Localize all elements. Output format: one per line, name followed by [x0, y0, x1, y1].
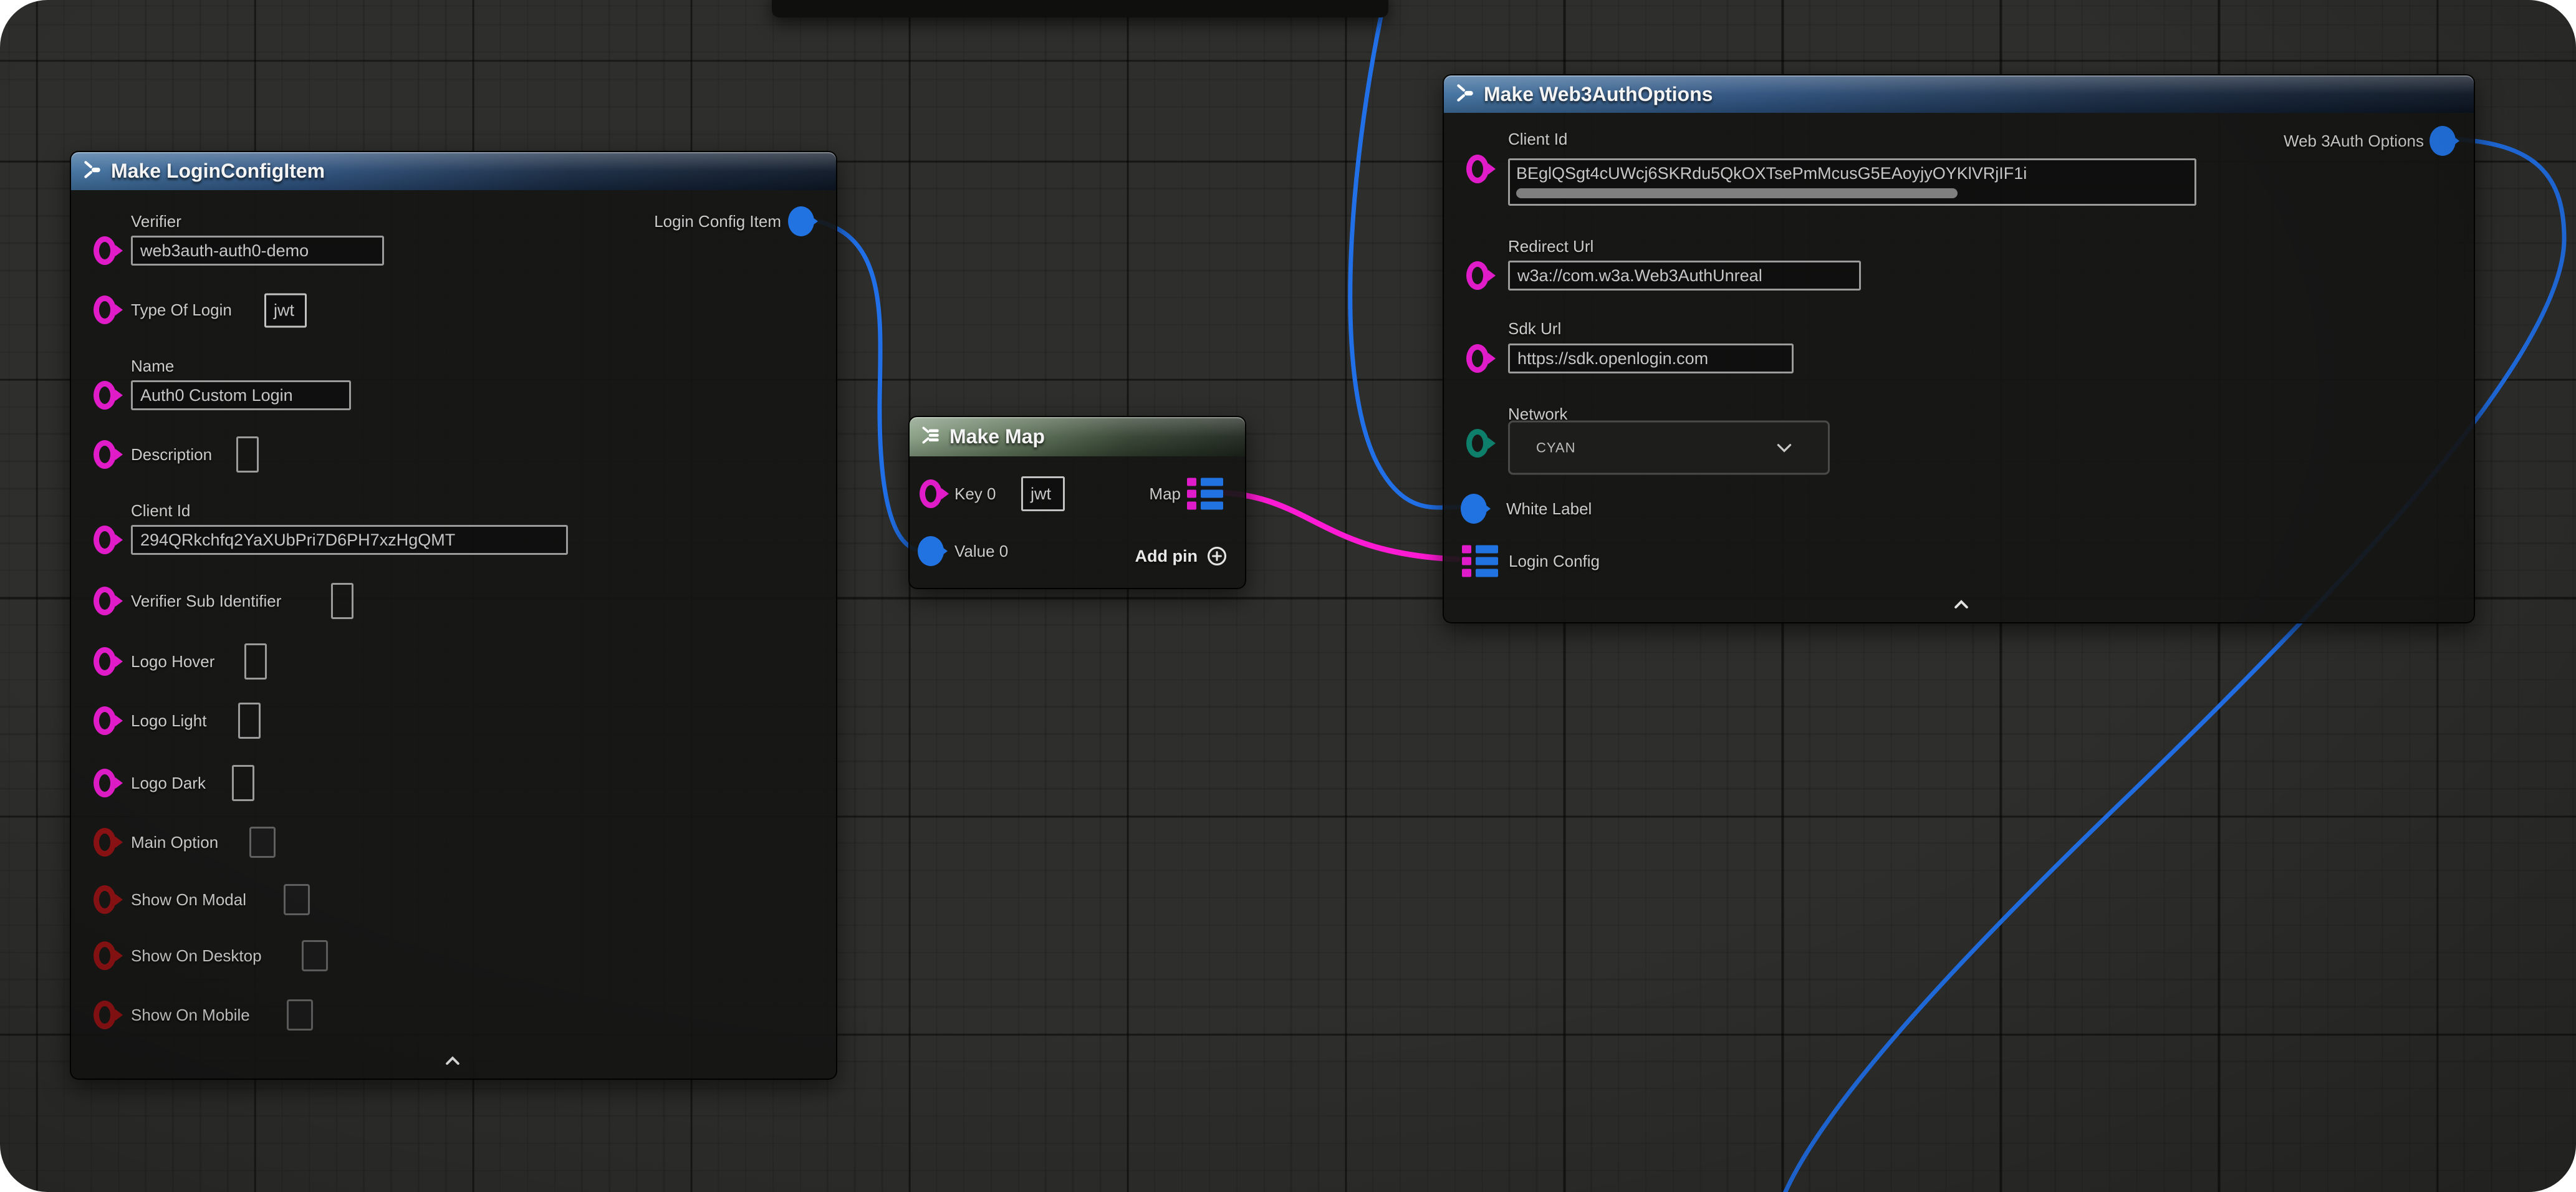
- output-pin-label: Web 3Auth Options: [2284, 133, 2424, 149]
- key-0-label: Key 0: [954, 486, 996, 502]
- description-label: Description: [131, 446, 212, 463]
- show-on-desktop-pin[interactable]: [94, 941, 116, 970]
- main-option-checkbox[interactable]: [249, 827, 276, 858]
- blueprint-canvas[interactable]: Make LoginConfigItem Login Config Item V…: [0, 0, 2576, 1192]
- logo-hover-pin[interactable]: [94, 647, 116, 676]
- client-id-pin[interactable]: [94, 526, 116, 554]
- make-struct-icon: [1454, 82, 1476, 107]
- verifier-field[interactable]: web3auth-auth0-demo: [131, 236, 384, 266]
- verifier-sub-identifier-field[interactable]: [331, 583, 353, 619]
- verifier-label: Verifier: [131, 213, 181, 229]
- verifier-sub-identifier-label: Verifier Sub Identifier: [131, 593, 281, 609]
- name-field[interactable]: Auth0 Custom Login: [131, 380, 351, 410]
- node-title: Make Map: [949, 425, 1045, 448]
- network-pin[interactable]: [1466, 429, 1489, 458]
- client-id-field[interactable]: BEglQSgt4cUWcj6SKRdu5QkOXTsePmMcusG5EAoy…: [1508, 158, 2196, 206]
- network-dropdown[interactable]: CYAN: [1508, 421, 1830, 475]
- redirect-url-pin[interactable]: [1466, 261, 1489, 290]
- logo-hover-field[interactable]: [244, 643, 267, 680]
- client-id-field[interactable]: 294QRkchfq2YaXUbPri7D6PH7xzHgQMT: [131, 525, 568, 555]
- white-label-pin[interactable]: [1461, 494, 1487, 524]
- chevron-up-icon: [1949, 598, 1973, 611]
- client-id-pin[interactable]: [1466, 155, 1489, 183]
- type-of-login-label: Type Of Login: [131, 302, 232, 318]
- circled-plus-icon: [1206, 546, 1228, 567]
- login-config-pin[interactable]: [1462, 546, 1498, 577]
- white-label-label: White Label: [1506, 501, 1592, 517]
- main-option-pin[interactable]: [94, 828, 116, 857]
- name-pin[interactable]: [94, 381, 116, 410]
- name-label: Name: [131, 358, 174, 374]
- show-on-modal-pin[interactable]: [94, 885, 116, 914]
- add-pin-button[interactable]: Add pin: [1135, 546, 1228, 567]
- type-of-login-pin[interactable]: [94, 296, 116, 324]
- node-header[interactable]: Make Map: [910, 417, 1245, 456]
- key-0-pin[interactable]: [920, 479, 942, 508]
- show-on-mobile-pin[interactable]: [94, 1001, 116, 1029]
- map-output-label: Map: [1149, 486, 1181, 502]
- client-id-label: Client Id: [131, 502, 190, 519]
- output-pin-label: Login Config Item: [654, 213, 781, 229]
- login-config-item-output-pin[interactable]: [788, 206, 814, 236]
- node-header[interactable]: Make LoginConfigItem: [71, 152, 836, 190]
- main-option-label: Main Option: [131, 834, 218, 850]
- logo-light-pin[interactable]: [94, 706, 116, 735]
- node-header[interactable]: Make Web3AuthOptions: [1444, 75, 2474, 113]
- logo-hover-label: Logo Hover: [131, 653, 214, 670]
- chevron-up-icon: [441, 1055, 464, 1067]
- make-map-icon: [920, 424, 942, 449]
- type-of-login-field[interactable]: jwt: [264, 294, 307, 328]
- node-make-loginconfigitem[interactable]: Make LoginConfigItem Login Config Item V…: [70, 151, 837, 1080]
- node-title: Make Web3AuthOptions: [1484, 83, 1713, 106]
- login-config-label: Login Config: [1509, 553, 1600, 569]
- sdk-url-label: Sdk Url: [1508, 320, 1561, 337]
- offscreen-node-fragment[interactable]: [772, 0, 1388, 17]
- client-id-label: Client Id: [1508, 131, 1567, 147]
- redirect-url-label: Redirect Url: [1508, 238, 1593, 254]
- map-output-pin[interactable]: [1187, 478, 1223, 510]
- value-0-label: Value 0: [954, 543, 1008, 559]
- show-on-modal-label: Show On Modal: [131, 892, 246, 908]
- sdk-url-pin[interactable]: [1466, 344, 1489, 373]
- client-id-scrollbar[interactable]: [1516, 188, 1958, 198]
- collapse-node-button[interactable]: [441, 1055, 464, 1070]
- logo-light-field[interactable]: [238, 703, 261, 739]
- show-on-mobile-label: Show On Mobile: [131, 1007, 250, 1023]
- logo-dark-field[interactable]: [232, 765, 254, 801]
- value-0-pin[interactable]: [918, 536, 944, 566]
- logo-dark-label: Logo Dark: [131, 775, 206, 791]
- make-struct-icon: [81, 158, 103, 184]
- node-title: Make LoginConfigItem: [111, 160, 325, 183]
- logo-light-label: Logo Light: [131, 713, 206, 729]
- network-selected-value: CYAN: [1510, 440, 1776, 456]
- show-on-desktop-checkbox[interactable]: [302, 940, 328, 971]
- web3auth-options-output-pin[interactable]: [2429, 126, 2456, 156]
- description-field[interactable]: [236, 436, 259, 473]
- description-pin[interactable]: [94, 440, 116, 469]
- chevron-down-icon: [1776, 443, 1793, 453]
- sdk-url-field[interactable]: https://sdk.openlogin.com: [1508, 344, 1794, 373]
- redirect-url-field[interactable]: w3a://com.w3a.Web3AuthUnreal: [1508, 261, 1861, 291]
- verifier-sub-identifier-pin[interactable]: [94, 587, 116, 615]
- network-label: Network: [1508, 406, 1567, 422]
- key-0-field[interactable]: jwt: [1021, 476, 1065, 511]
- wire-map-to-login-config[interactable]: [1221, 493, 1458, 559]
- node-make-map[interactable]: Make Map Key 0 jwt Map Value 0 Add pin: [908, 416, 1246, 589]
- show-on-mobile-checkbox[interactable]: [287, 999, 313, 1031]
- node-make-web3authoptions[interactable]: Make Web3AuthOptions Web 3Auth Options C…: [1443, 74, 2475, 623]
- show-on-desktop-label: Show On Desktop: [131, 948, 262, 964]
- verifier-pin[interactable]: [94, 236, 116, 265]
- collapse-node-button[interactable]: [1949, 598, 1973, 614]
- logo-dark-pin[interactable]: [94, 769, 116, 797]
- show-on-modal-checkbox[interactable]: [284, 884, 310, 915]
